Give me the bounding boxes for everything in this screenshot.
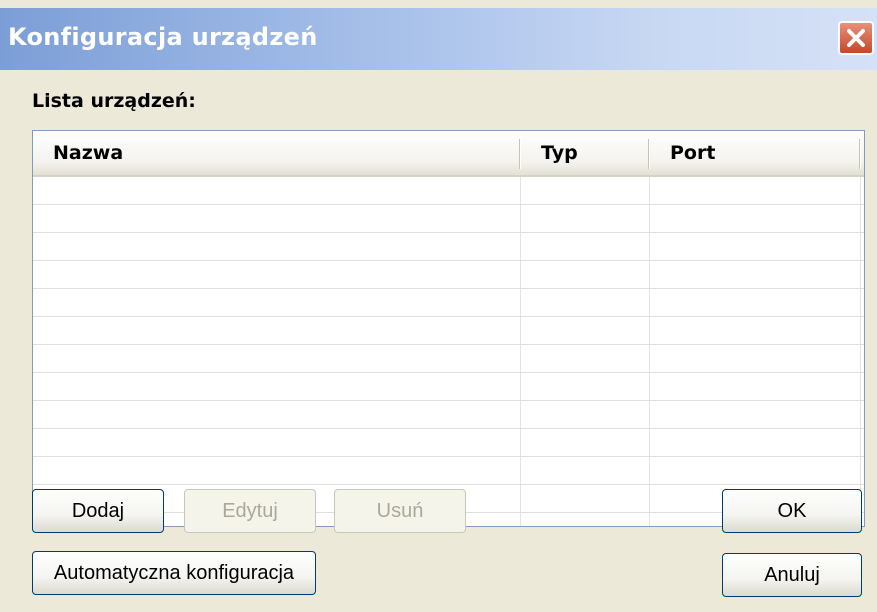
close-icon — [847, 29, 865, 47]
list-row — [33, 373, 864, 401]
column-separator[interactable] — [859, 139, 861, 169]
edit-button[interactable]: Edytuj — [184, 489, 316, 533]
device-list[interactable]: Nazwa Typ Port — [32, 130, 865, 527]
column-header-type[interactable]: Typ — [521, 131, 649, 175]
device-list-label: Lista urządzeń: — [32, 90, 196, 112]
list-row — [33, 401, 864, 429]
list-row — [33, 345, 864, 373]
list-row — [33, 261, 864, 289]
title-bar[interactable]: Konfiguracja urządzeń — [0, 8, 877, 70]
list-row — [33, 177, 864, 205]
list-row — [33, 317, 864, 345]
close-button[interactable] — [838, 21, 874, 55]
list-row — [33, 205, 864, 233]
cancel-button[interactable]: Anuluj — [722, 553, 862, 597]
list-row — [33, 429, 864, 457]
list-row — [33, 233, 864, 261]
device-list-header: Nazwa Typ Port — [33, 131, 864, 177]
device-config-dialog: Konfiguracja urządzeń Lista urządzeń: Na… — [0, 0, 877, 612]
remove-button[interactable]: Usuń — [334, 489, 466, 533]
auto-config-button[interactable]: Automatyczna konfiguracja — [32, 551, 316, 595]
column-header-port[interactable]: Port — [650, 131, 860, 175]
ok-button[interactable]: OK — [722, 489, 862, 533]
list-row — [33, 457, 864, 485]
list-row — [33, 289, 864, 317]
window-title: Konfiguracja urządzeń — [8, 23, 318, 51]
column-header-name[interactable]: Nazwa — [33, 131, 519, 175]
add-button[interactable]: Dodaj — [32, 489, 164, 533]
dialog-body: Lista urządzeń: Nazwa Typ Port Dodaj Edy… — [0, 70, 877, 612]
device-list-rows — [33, 177, 864, 526]
